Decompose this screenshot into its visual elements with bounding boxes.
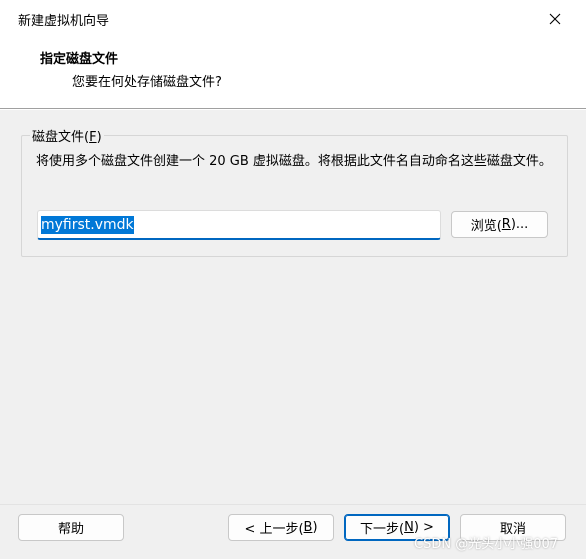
help-button[interactable]: 帮助 — [18, 514, 124, 541]
footer-divider — [0, 504, 586, 505]
browse-button[interactable]: 浏览(R)... — [451, 211, 548, 238]
page-title: 指定磁盘文件 — [40, 52, 119, 67]
disk-file-name-value: myfirst.vmdk — [41, 215, 134, 234]
window-title: 新建虚拟机向导 — [18, 14, 110, 29]
disk-file-group-label: 磁盘文件(F) — [30, 126, 104, 145]
disk-file-name-input[interactable]: myfirst.vmdk — [37, 210, 441, 240]
title-bar: 新建虚拟机向导 — [0, 0, 586, 38]
close-icon — [549, 13, 561, 25]
disk-file-description: 将使用多个磁盘文件创建一个 20 GB 虚拟磁盘。将根据此文件名自动命名这些磁盘… — [36, 154, 552, 169]
csdn-watermark: CSDN @光头小小强007 — [414, 537, 559, 552]
wizard-header: 指定磁盘文件 您要在何处存储磁盘文件? — [0, 38, 586, 109]
close-button[interactable] — [540, 6, 570, 32]
page-subtitle: 您要在何处存储磁盘文件? — [72, 75, 222, 90]
back-button[interactable]: < 上一步(B) — [228, 514, 334, 541]
